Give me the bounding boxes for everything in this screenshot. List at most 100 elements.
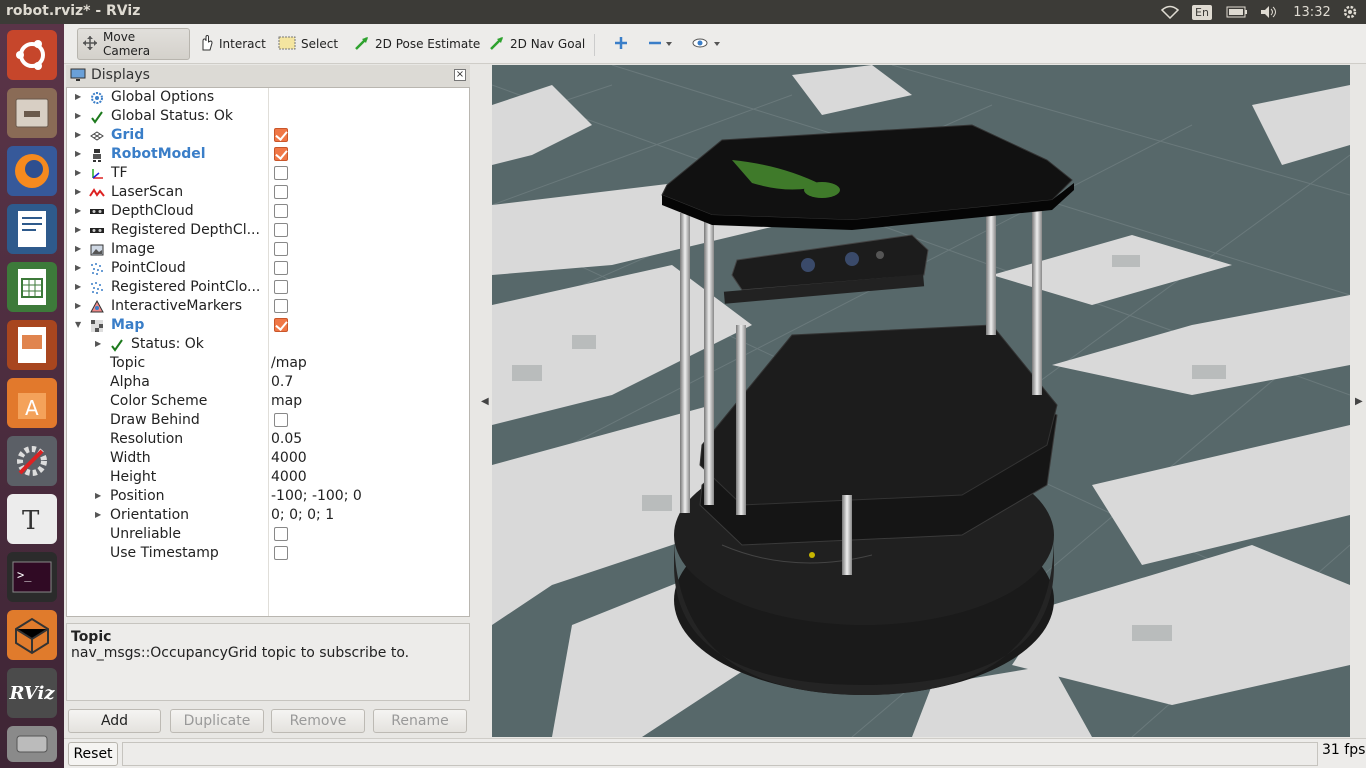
battery-icon[interactable] bbox=[1224, 0, 1250, 24]
add-tool-button[interactable] bbox=[610, 28, 632, 60]
rename-button[interactable]: Rename bbox=[373, 709, 467, 733]
fps-readout: 31 fps bbox=[1322, 742, 1366, 758]
files-icon[interactable] bbox=[7, 88, 57, 138]
volume-icon[interactable] bbox=[1258, 0, 1280, 24]
tree-row-pointcloud[interactable]: ▶ PointCloud bbox=[67, 259, 469, 278]
tree-row-map[interactable]: ▼ Map bbox=[67, 316, 469, 335]
collapse-left-icon[interactable]: ◀ bbox=[481, 396, 489, 407]
prop-position[interactable]: ▶ Position -100; -100; 0 bbox=[67, 487, 469, 506]
map-checkbox[interactable] bbox=[274, 318, 288, 332]
prop-alpha[interactable]: Alpha 0.7 bbox=[67, 373, 469, 392]
color-scheme-value[interactable]: map bbox=[271, 393, 302, 409]
expand-arrow-icon[interactable]: ▶ bbox=[75, 282, 85, 292]
prop-use-timestamp[interactable]: Use Timestamp bbox=[67, 544, 469, 563]
topic-value[interactable]: /map bbox=[271, 355, 307, 371]
ubuntu-sdk-icon[interactable] bbox=[7, 610, 57, 660]
grid-checkbox[interactable] bbox=[274, 128, 288, 142]
rviz-icon[interactable]: RViz bbox=[7, 668, 57, 718]
prop-unreliable[interactable]: Unreliable bbox=[67, 525, 469, 544]
tree-row-global-options[interactable]: ▶ Global Options bbox=[67, 88, 469, 107]
calc-icon[interactable] bbox=[7, 262, 57, 312]
expand-arrow-icon[interactable]: ▶ bbox=[75, 168, 85, 178]
prop-resolution[interactable]: Resolution 0.05 bbox=[67, 430, 469, 449]
prop-height[interactable]: Height 4000 bbox=[67, 468, 469, 487]
firefox-icon[interactable] bbox=[7, 146, 57, 196]
expand-arrow-icon[interactable]: ▶ bbox=[75, 263, 85, 273]
depthcloud-checkbox[interactable] bbox=[274, 204, 288, 218]
remove-button[interactable]: Remove bbox=[271, 709, 365, 733]
expand-arrow-icon[interactable]: ▶ bbox=[75, 206, 85, 216]
width-value[interactable]: 4000 bbox=[271, 450, 307, 466]
alpha-value[interactable]: 0.7 bbox=[271, 374, 293, 390]
expand-arrow-icon[interactable]: ▶ bbox=[75, 111, 85, 121]
tree-row-tf[interactable]: ▶ TF bbox=[67, 164, 469, 183]
expand-arrow-icon[interactable]: ▶ bbox=[95, 510, 105, 520]
tree-row-laserscan[interactable]: ▶ LaserScan bbox=[67, 183, 469, 202]
orientation-value[interactable]: 0; 0; 0; 1 bbox=[271, 507, 334, 523]
tree-row-depthcloud[interactable]: ▶ DepthCloud bbox=[67, 202, 469, 221]
height-value[interactable]: 4000 bbox=[271, 469, 307, 485]
laserscan-checkbox[interactable] bbox=[274, 185, 288, 199]
tree-row-grid[interactable]: ▶ Grid bbox=[67, 126, 469, 145]
resolution-value[interactable]: 0.05 bbox=[271, 431, 302, 447]
tree-row-image[interactable]: ▶ Image bbox=[67, 240, 469, 259]
registered-depthcloud-checkbox[interactable] bbox=[274, 223, 288, 237]
add-button[interactable]: Add bbox=[68, 709, 161, 733]
image-checkbox[interactable] bbox=[274, 242, 288, 256]
ubuntu-icon[interactable] bbox=[7, 30, 57, 80]
software-center-icon[interactable]: A bbox=[7, 378, 57, 428]
position-value[interactable]: -100; -100; 0 bbox=[271, 488, 362, 504]
2d-pose-estimate-button[interactable]: 2D Pose Estimate bbox=[350, 28, 484, 60]
draw-behind-checkbox[interactable] bbox=[274, 413, 288, 427]
wifi-icon[interactable] bbox=[1158, 0, 1182, 24]
view-menu-button[interactable] bbox=[688, 28, 726, 60]
writer-icon[interactable] bbox=[7, 204, 57, 254]
pointcloud-checkbox[interactable] bbox=[274, 261, 288, 275]
3d-viewport[interactable] bbox=[492, 65, 1350, 737]
robotmodel-checkbox[interactable] bbox=[274, 147, 288, 161]
tree-row-robotmodel[interactable]: ▶ RobotModel bbox=[67, 145, 469, 164]
clock[interactable]: 13:32 bbox=[1290, 0, 1334, 24]
close-icon[interactable]: × bbox=[454, 69, 466, 81]
interactive-markers-checkbox[interactable] bbox=[274, 299, 288, 313]
tree-row-map-status[interactable]: ▶ Status: Ok bbox=[67, 335, 469, 354]
prop-topic[interactable]: Topic /map bbox=[67, 354, 469, 373]
tree-row-registered-depthcloud[interactable]: ▶ Registered DepthCl... bbox=[67, 221, 469, 240]
collapse-arrow-icon[interactable]: ▼ bbox=[75, 320, 85, 330]
expand-arrow-icon[interactable]: ▶ bbox=[75, 301, 85, 311]
duplicate-button[interactable]: Duplicate bbox=[170, 709, 264, 733]
system-gear-icon[interactable] bbox=[1340, 0, 1360, 24]
system-settings-icon[interactable] bbox=[7, 436, 57, 486]
expand-arrow-icon[interactable]: ▶ bbox=[75, 225, 85, 235]
use-timestamp-checkbox[interactable] bbox=[274, 546, 288, 560]
prop-draw-behind[interactable]: Draw Behind bbox=[67, 411, 469, 430]
move-camera-button[interactable]: Move Camera bbox=[77, 28, 190, 60]
expand-arrow-icon[interactable]: ▶ bbox=[75, 130, 85, 140]
tf-checkbox[interactable] bbox=[274, 166, 288, 180]
disk-icon[interactable] bbox=[7, 726, 57, 762]
prop-orientation[interactable]: ▶ Orientation 0; 0; 0; 1 bbox=[67, 506, 469, 525]
registered-pointcloud-checkbox[interactable] bbox=[274, 280, 288, 294]
unreliable-checkbox[interactable] bbox=[274, 527, 288, 541]
interact-button[interactable]: Interact bbox=[194, 28, 270, 60]
text-editor-icon[interactable]: T bbox=[7, 494, 57, 544]
tree-row-interactive-markers[interactable]: ▶ InteractiveMarkers bbox=[67, 297, 469, 316]
expand-arrow-icon[interactable]: ▶ bbox=[75, 92, 85, 102]
keyboard-layout-indicator[interactable]: En bbox=[1190, 0, 1214, 24]
remove-tool-button[interactable] bbox=[644, 28, 678, 60]
reset-button[interactable]: Reset bbox=[68, 742, 118, 766]
tree-row-registered-pointcloud[interactable]: ▶ Registered PointClo... bbox=[67, 278, 469, 297]
expand-arrow-icon[interactable]: ▶ bbox=[95, 491, 105, 501]
expand-arrow-icon[interactable]: ▶ bbox=[75, 149, 85, 159]
tree-row-global-status[interactable]: ▶ Global Status: Ok bbox=[67, 107, 469, 126]
expand-arrow-icon[interactable]: ▶ bbox=[75, 187, 85, 197]
terminal-icon[interactable]: >_ bbox=[7, 552, 57, 602]
expand-arrow-icon[interactable]: ▶ bbox=[95, 339, 105, 349]
2d-nav-goal-button[interactable]: 2D Nav Goal bbox=[485, 28, 589, 60]
impress-icon[interactable] bbox=[7, 320, 57, 370]
collapse-right-icon[interactable]: ▶ bbox=[1355, 396, 1363, 407]
prop-width[interactable]: Width 4000 bbox=[67, 449, 469, 468]
expand-arrow-icon[interactable]: ▶ bbox=[75, 244, 85, 254]
prop-color-scheme[interactable]: Color Scheme map bbox=[67, 392, 469, 411]
select-button[interactable]: Select bbox=[274, 28, 342, 60]
